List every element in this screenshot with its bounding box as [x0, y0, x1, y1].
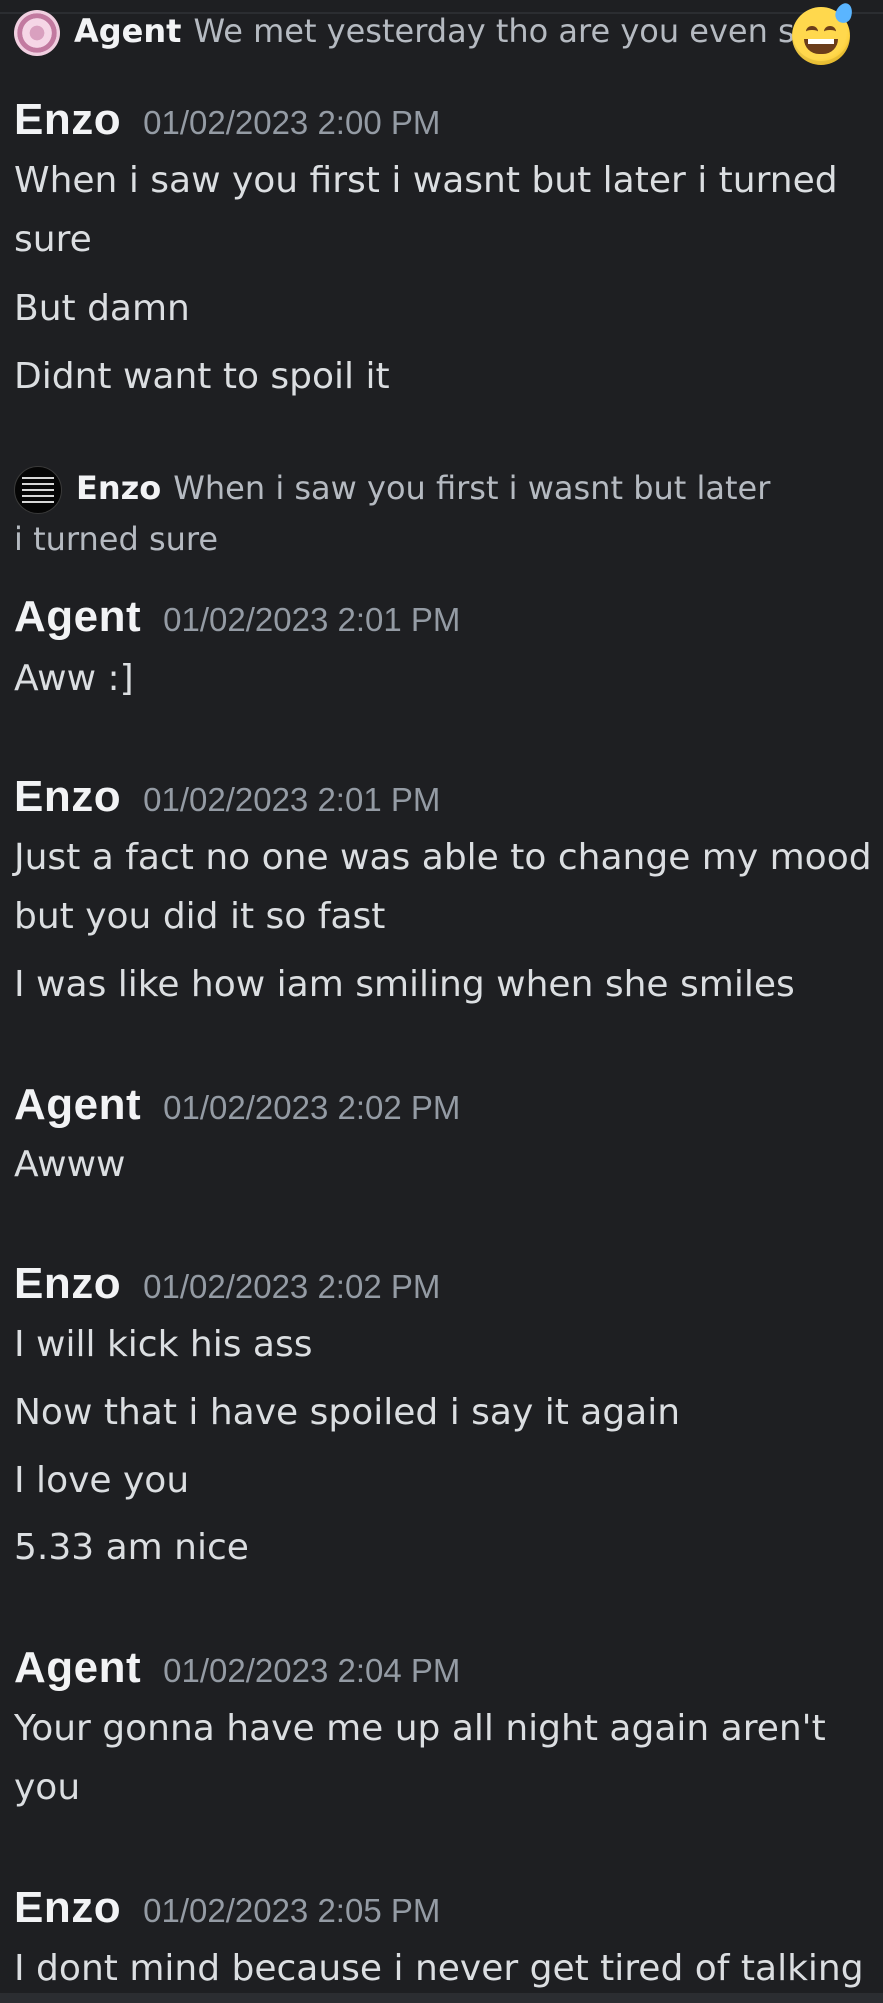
enzo-avatar[interactable]: [14, 466, 62, 514]
author-name[interactable]: Agent: [14, 1643, 141, 1692]
message-header: Enzo 01/02/2023 2:00 PM: [14, 95, 440, 145]
message-text: When i saw you first i wasnt but later i…: [14, 160, 838, 260]
message-text: Just a fact no one was able to change my…: [14, 837, 872, 937]
message-text: Awww: [14, 1144, 126, 1185]
author-name[interactable]: Agent: [14, 1080, 141, 1129]
message-header: Enzo 01/02/2023 2:02 PM: [14, 1259, 440, 1309]
bottom-bar: [0, 1993, 883, 2003]
message-text: 5.33 am nice: [14, 1527, 249, 1568]
reply-preview-top[interactable]: Agent We met yesterday tho are you even s…: [14, 6, 874, 56]
author-name[interactable]: Enzo: [14, 772, 121, 821]
agent-avatar[interactable]: [14, 10, 60, 56]
message-header: Enzo 01/02/2023 2:01 PM: [14, 772, 440, 822]
message-text: I will kick his ass: [14, 1324, 313, 1365]
message-header: Enzo 01/02/2023 2:05 PM: [14, 1883, 440, 1933]
timestamp: 01/02/2023 2:02 PM: [163, 1089, 461, 1126]
author-name[interactable]: Enzo: [14, 95, 121, 144]
timestamp: 01/02/2023 2:00 PM: [143, 104, 441, 141]
timestamp: 01/02/2023 2:02 PM: [143, 1268, 441, 1305]
message-text: Didnt want to spoil it: [14, 356, 390, 397]
reply-text[interactable]: We met yesterday tho are you even sure: [193, 12, 847, 50]
message-header: Agent 01/02/2023 2:02 PM: [14, 1080, 460, 1130]
author-name[interactable]: Enzo: [14, 1883, 121, 1932]
reply-author[interactable]: Agent: [74, 12, 181, 50]
message-text: I was like how iam smiling when she smil…: [14, 964, 795, 1005]
message-header: Agent 01/02/2023 2:04 PM: [14, 1643, 460, 1693]
message-text: Your gonna have me up all night again ar…: [14, 1708, 826, 1808]
message-text: But damn: [14, 288, 190, 329]
timestamp: 01/02/2023 2:01 PM: [163, 601, 461, 638]
author-name[interactable]: Agent: [14, 592, 141, 641]
message-text: I love you: [14, 1460, 190, 1501]
message-text: Aww :]: [14, 658, 134, 699]
reply-preview-mid[interactable]: Enzo When i saw you first i wasnt but lat…: [14, 463, 774, 564]
grinning-sweat-emoji-icon: [792, 0, 855, 65]
author-name[interactable]: Enzo: [14, 1259, 121, 1308]
message-header: Agent 01/02/2023 2:01 PM: [14, 592, 460, 642]
message-text: Now that i have spoiled i say it again: [14, 1392, 681, 1433]
timestamp: 01/02/2023 2:01 PM: [143, 781, 441, 818]
message-text: I dont mind because i never get tired of…: [14, 1948, 864, 1989]
timestamp: 01/02/2023 2:05 PM: [143, 1892, 441, 1929]
reply-author[interactable]: Enzo: [76, 469, 161, 507]
timestamp: 01/02/2023 2:04 PM: [163, 1652, 461, 1689]
